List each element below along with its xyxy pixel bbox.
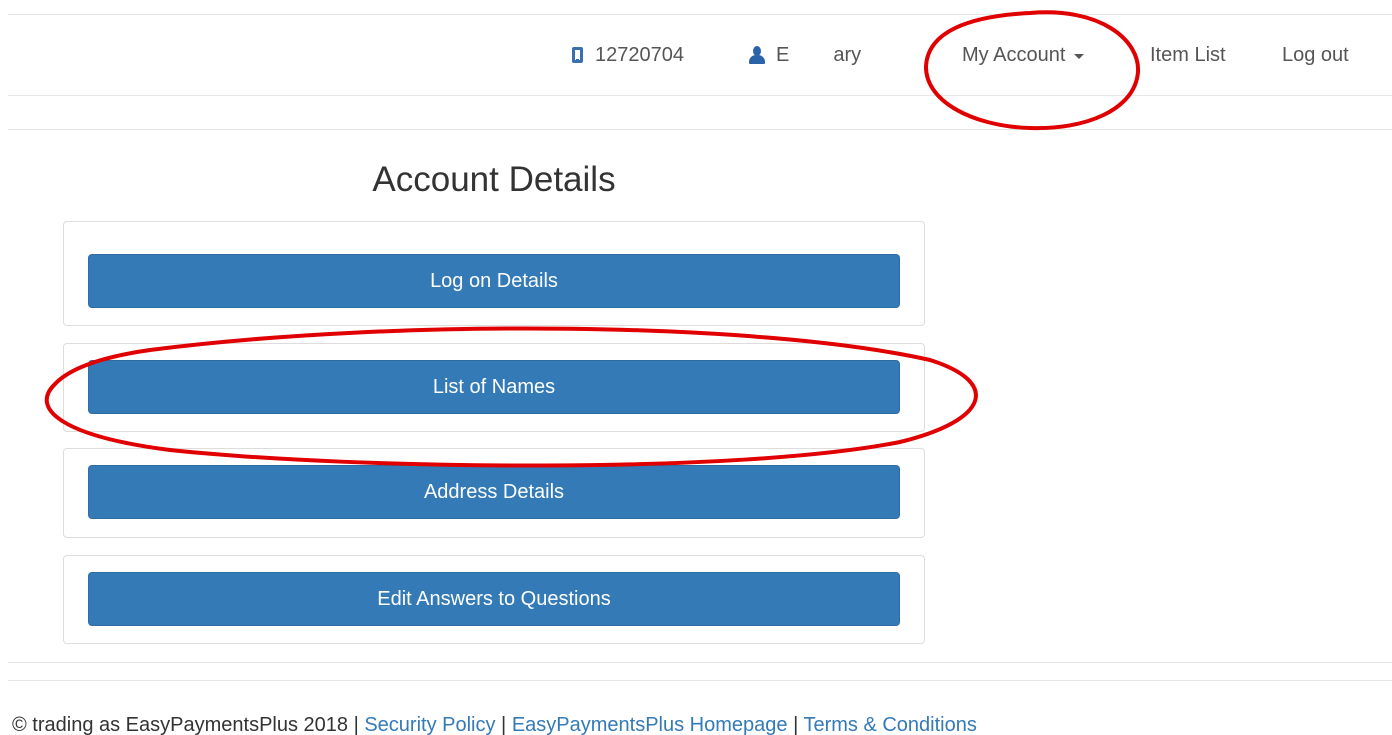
user-icon	[748, 45, 766, 65]
item-list-link[interactable]: Item List	[1150, 15, 1226, 95]
panel-edit-answers: Edit Answers to Questions	[63, 555, 925, 644]
log-out-label: Log out	[1282, 43, 1349, 66]
my-account-dropdown[interactable]: My Account	[962, 15, 1085, 95]
page-title: Account Details	[372, 160, 616, 199]
security-policy-link[interactable]: Security Policy	[364, 714, 495, 735]
footer-divider-top	[8, 662, 1392, 663]
user-name-start: E	[776, 43, 790, 66]
user-name-end: ary	[833, 43, 862, 66]
mobile-phone-icon	[572, 47, 583, 63]
top-navbar: 12720704 E ary My Account Item List Log …	[8, 14, 1392, 96]
phone-number: 12720704	[595, 43, 684, 66]
log-out-link[interactable]: Log out	[1282, 15, 1349, 95]
homepage-link[interactable]: EasyPaymentsPlus Homepage	[512, 714, 788, 735]
redacted-name	[789, 44, 834, 66]
list-of-names-button[interactable]: List of Names	[88, 360, 900, 414]
panel-log-on-details: Log on Details	[63, 221, 925, 326]
log-on-details-button[interactable]: Log on Details	[88, 254, 900, 308]
footer-separator: |	[787, 714, 804, 735]
panel-list-of-names: List of Names	[63, 343, 925, 432]
user-name-link[interactable]: E ary	[748, 15, 861, 95]
item-list-label: Item List	[1150, 43, 1226, 66]
footer: © trading as EasyPaymentsPlus 2018 | Sec…	[12, 714, 977, 735]
edit-answers-button[interactable]: Edit Answers to Questions	[88, 572, 900, 626]
my-account-label: My Account	[962, 43, 1066, 66]
footer-copyright: © trading as EasyPaymentsPlus 2018 |	[12, 714, 365, 735]
panel-address-details: Address Details	[63, 448, 925, 538]
address-details-button[interactable]: Address Details	[88, 465, 900, 519]
footer-separator: |	[495, 714, 512, 735]
header-divider	[8, 129, 1392, 130]
footer-divider-bottom	[8, 680, 1392, 681]
terms-link[interactable]: Terms & Conditions	[803, 714, 976, 735]
caret-down-icon	[1074, 53, 1085, 59]
phone-number-item: 12720704	[572, 15, 684, 95]
